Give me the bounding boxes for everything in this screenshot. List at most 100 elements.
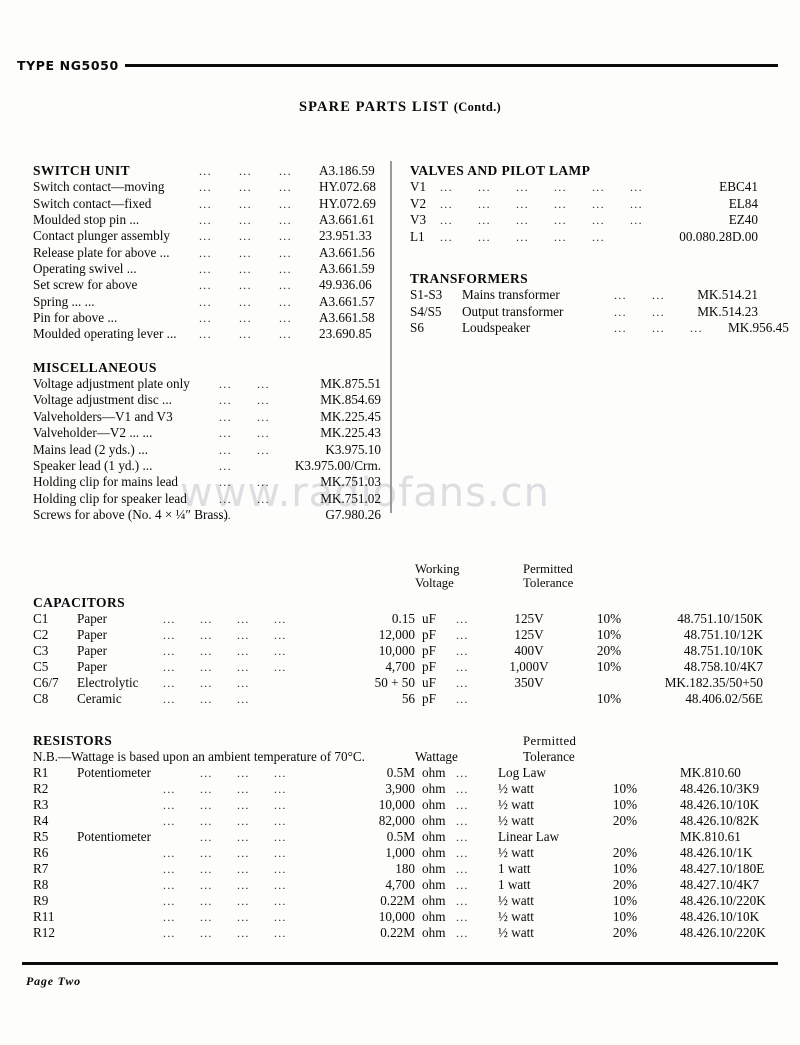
dot-leader: ... <box>456 676 469 690</box>
part-label: Speaker lead (1 yd.) ... <box>33 458 153 474</box>
dot-leader-group: ......... <box>163 765 313 781</box>
dot-leader: ... <box>200 660 213 674</box>
resistor-row: R2............ 3,900 ohm... ½ watt 10% 48.426… <box>33 781 773 797</box>
resistor-tolerance: 20% <box>612 877 638 892</box>
part-label: Voltage adjustment disc ... <box>33 392 172 408</box>
capacitor-value: 12,000 <box>378 627 415 642</box>
dot-leader: ... <box>279 262 292 277</box>
dot-leader: ... <box>199 164 212 178</box>
dot-leader: ... <box>274 628 287 642</box>
transformer-ref: S6 <box>410 320 424 335</box>
switch-unit-row: Switch contact—moving......... HY.072.68 <box>33 179 376 195</box>
dot-leader: ... <box>237 628 250 642</box>
resistor-ref: R11 <box>33 909 55 924</box>
dot-leader: ... <box>219 459 232 474</box>
dot-leader: ... <box>199 311 212 326</box>
valve-ref: L1 <box>410 228 425 244</box>
dot-leader: ... <box>199 213 212 228</box>
capacitor-value: 4,700 <box>385 659 415 674</box>
dot-leader: ... <box>163 660 176 674</box>
dot-leader: ... <box>456 612 469 626</box>
dot-leader: ... <box>257 442 270 457</box>
dot-leader: ... <box>239 180 252 195</box>
resistor-ref: R4 <box>33 813 49 828</box>
resistor-ref: R12 <box>33 925 55 940</box>
resistor-wattage: ½ watt <box>498 813 534 828</box>
dot-leader: ... <box>257 475 270 490</box>
capacitor-row: C2 Paper............ 12,000 pF... 125V 10% 48.… <box>33 627 773 643</box>
dot-leader: ... <box>279 278 292 293</box>
dot-leader: ... <box>279 164 292 178</box>
part-code: G7.980.26 <box>325 507 381 523</box>
valve-row: V3.................. EZ40 <box>410 212 770 229</box>
dot-leader: ... <box>199 278 212 293</box>
dot-leader: ... <box>274 862 287 876</box>
part-code: 48.426.10/3K9 <box>680 781 760 796</box>
page-title: SPARE PARTS LIST (Contd.) <box>0 99 800 116</box>
dot-leader-group: ............ <box>163 845 313 861</box>
resistor-tolerance: 10% <box>612 861 638 876</box>
dot-leader: ... <box>200 814 213 828</box>
capacitor-row: C5 Paper............ 4,700 pF... 1,000V 10% 48… <box>33 659 773 675</box>
resistor-type: Potentiometer <box>77 829 151 844</box>
dot-leader: ... <box>614 304 627 319</box>
capacitor-tolerance: 10% <box>596 659 622 674</box>
resistor-row: R4............ 82,000 ohm... ½ watt 20% 48.42… <box>33 813 773 829</box>
transformer-row: S6 Loudspeaker......... MK.956.45 <box>410 320 789 337</box>
part-code: 48.426.10/1K <box>680 845 753 860</box>
dot-leader: ... <box>200 782 213 796</box>
valve-row: L1............... 00.080.28D.00 <box>410 229 770 246</box>
capacitor-working-voltage: 1,000V <box>509 659 549 674</box>
dot-leader: ... <box>478 213 491 227</box>
dot-leader: ... <box>456 878 469 892</box>
part-code: MK.751.03 <box>320 474 381 490</box>
resistors-note: N.B.—Wattage is based upon an ambient te… <box>33 749 365 764</box>
dot-leader: ... <box>274 660 287 674</box>
dot-leader: ... <box>163 798 176 812</box>
part-code: MK.854.69 <box>320 392 381 408</box>
part-code: K3.975.00/Crm. <box>294 458 381 474</box>
capacitor-type: Electrolytic <box>77 675 139 690</box>
resistors-heading-row: RESISTORS Permitted <box>33 733 773 749</box>
part-label: Pin for above ... <box>33 310 118 326</box>
footer-rule <box>22 962 778 965</box>
capacitor-value: 50 + 50 <box>374 675 415 690</box>
resistor-wattage: 1 watt <box>498 877 531 892</box>
dot-leader: ... <box>163 644 176 658</box>
dot-leader: ... <box>163 628 176 642</box>
dot-leader: ... <box>554 213 567 227</box>
dot-leader: ... <box>239 278 252 293</box>
page-number-label: Page Two <box>26 974 81 988</box>
dot-leader: ... <box>516 213 529 227</box>
resistor-ref: R9 <box>33 893 49 908</box>
switch-unit-heading: SWITCH UNIT <box>33 163 131 178</box>
dot-leader: ... <box>219 475 232 490</box>
transformer-row: S4/S5 Output transformer...... MK.514.23 <box>410 304 770 321</box>
valve-row: V1.................. EBC41 <box>410 179 770 196</box>
part-code: A3.186.59 <box>319 163 375 178</box>
part-code: 48.406.02/56E <box>685 691 763 706</box>
resistor-wattage: 1 watt <box>498 861 531 876</box>
part-code: HY.072.69 <box>319 195 376 211</box>
dot-leader: ... <box>239 164 252 178</box>
valve-row: V2.................. EL84 <box>410 196 770 213</box>
dot-leader: ... <box>237 692 250 706</box>
miscellaneous-rows: Voltage adjustment plate only...... MK.87… <box>33 376 383 524</box>
dot-leader: ... <box>237 798 250 812</box>
valves-section: VALVES AND PILOT LAMP V1................… <box>410 163 789 337</box>
valve-ref: V2 <box>410 195 427 211</box>
capacitor-value: 0.15 <box>391 611 415 626</box>
capacitor-row: C8 Ceramic......... 56 pF... 10% 48.406.02/56… <box>33 691 773 707</box>
dot-leader: ... <box>237 644 250 658</box>
part-code: MK.225.45 <box>320 408 381 424</box>
resistor-value: 10,000 <box>378 797 415 812</box>
dot-leader: ... <box>200 878 213 892</box>
miscellaneous-row: Valveholders—V1 and V3...... MK.225.45 <box>33 409 383 425</box>
part-label: Valveholders—V1 and V3 <box>33 408 173 424</box>
capacitor-unit: pF <box>422 691 436 706</box>
dot-leader-group: ............ <box>163 797 313 813</box>
capacitors-rows: C1 Paper............ 0.15 uF... 125V 10% 48.75… <box>33 611 773 707</box>
dot-leader: ... <box>274 644 287 658</box>
resistor-tolerance: 10% <box>612 781 638 796</box>
dot-leader: ... <box>440 213 453 227</box>
